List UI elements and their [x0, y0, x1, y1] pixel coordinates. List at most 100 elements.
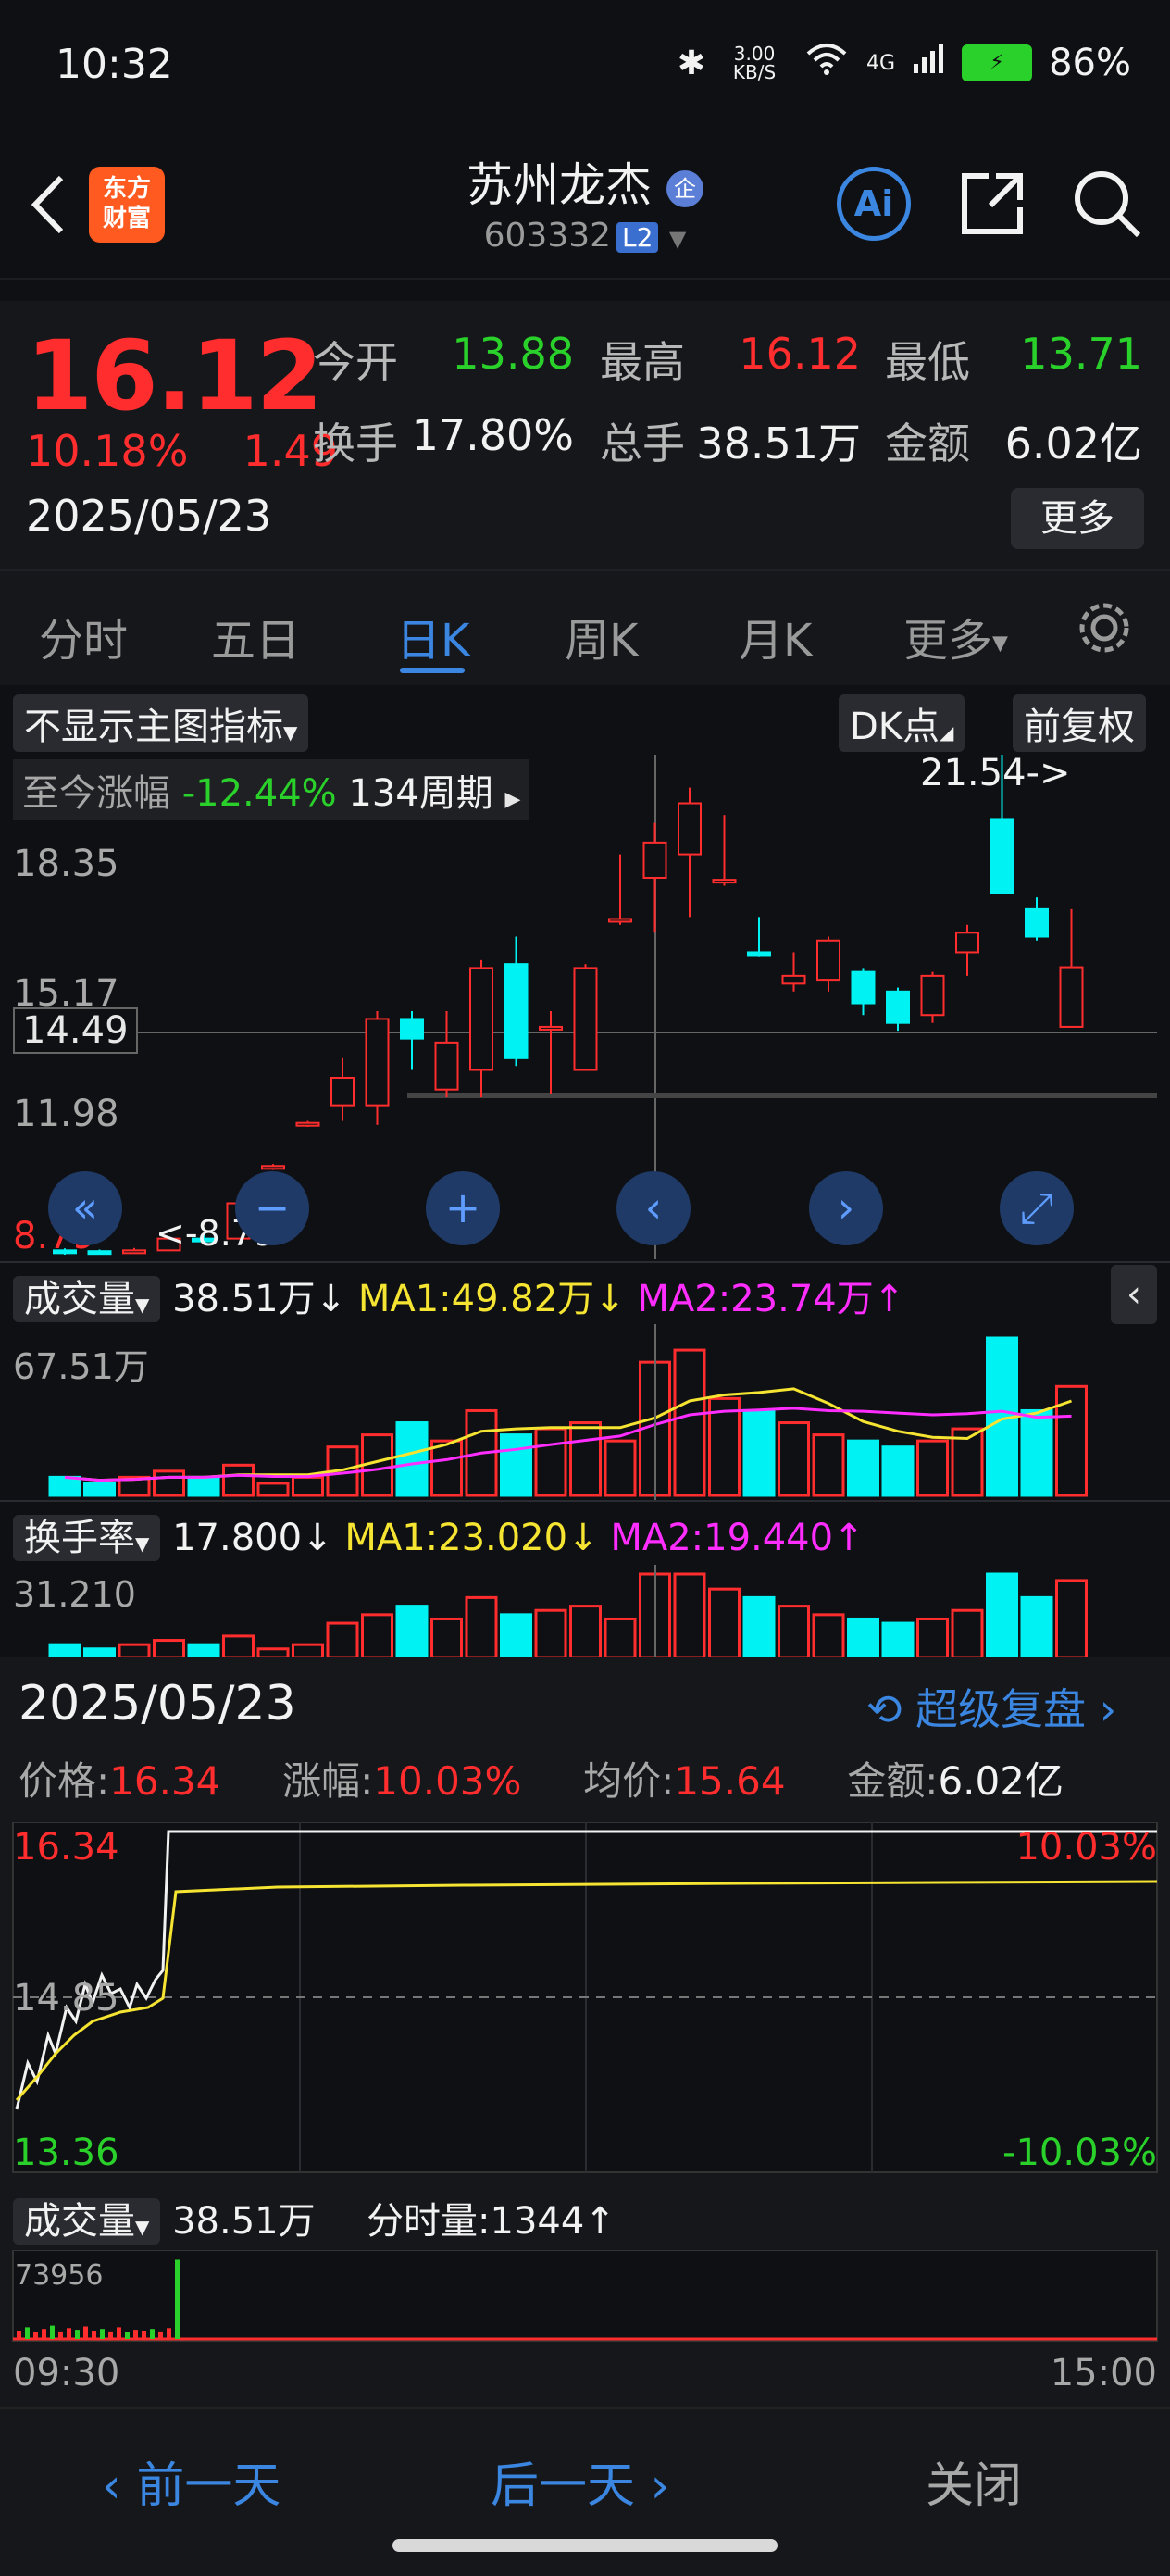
quote-date: 2025/05/23 — [26, 491, 272, 541]
amt-value: 6.02亿 — [938, 1758, 1064, 1804]
volume-value: 38.51万↓ — [172, 1278, 347, 1320]
caret-down-icon: ▼ — [135, 1532, 150, 1555]
replay-link[interactable]: ⟲ 超级复盘 › — [866, 1676, 1116, 1737]
intraday-volume-bar — [75, 2330, 80, 2339]
period-tabs: 分时 五日 日K 周K 月K 更多▼ — [0, 569, 1170, 687]
scroll-left-far-icon[interactable]: « — [48, 1171, 122, 1245]
turnover-bar — [569, 1605, 602, 1657]
search-icon[interactable] — [1070, 167, 1144, 244]
turnover-bar — [534, 1608, 567, 1657]
tab-daily-k[interactable]: 日K — [396, 604, 469, 669]
divider — [0, 1261, 1170, 1263]
status-time: 10:32 — [56, 41, 173, 88]
tick-volume: 分时量:1344↑ — [367, 2200, 616, 2243]
turnover-bar — [986, 1572, 1018, 1657]
intraday-volume-value: 38.51万 — [172, 2200, 316, 2243]
scroll-right-icon[interactable]: › — [809, 1171, 883, 1245]
prev-day-button[interactable]: ‹ 前一天 — [102, 2446, 280, 2516]
tab-monthly-k[interactable]: 月K — [739, 604, 812, 669]
volume-bar — [812, 1433, 845, 1497]
volume-bar — [292, 1475, 324, 1497]
turnover-chart[interactable] — [0, 1565, 1170, 1657]
amount-label: 金额 — [885, 419, 970, 469]
candle-body — [53, 1249, 77, 1255]
intraday-line-chart[interactable] — [0, 1822, 1170, 2174]
volume-bar — [256, 1482, 290, 1497]
volume-select[interactable]: 成交量▼ — [13, 1276, 161, 1322]
tab-weekly-k[interactable]: 周K — [565, 604, 638, 669]
candle-body — [781, 974, 806, 985]
tab-five-day[interactable]: 五日 — [211, 604, 300, 669]
chevron-down-icon: ▼ — [668, 226, 687, 252]
candle-body — [469, 967, 493, 1071]
stock-code: 603332 — [483, 217, 612, 255]
collapse-panel-icon[interactable]: ‹ — [1111, 1265, 1157, 1324]
scroll-left-icon[interactable]: ‹ — [616, 1171, 691, 1245]
candle-body — [608, 918, 632, 923]
change-row: 10.18% 1.49 — [26, 426, 338, 476]
intraday-volume-bar — [83, 2326, 88, 2339]
candle-body — [330, 1076, 355, 1107]
candle-body — [365, 1018, 390, 1107]
candle-body — [1059, 966, 1084, 1028]
ai-label: Ai — [853, 183, 894, 224]
low-label: 最低 — [885, 337, 970, 387]
cursor-price: 14.49 — [13, 1007, 138, 1054]
tab-more[interactable]: 更多▼ — [903, 604, 1008, 669]
share-icon[interactable] — [957, 169, 1027, 243]
candle-body — [886, 990, 910, 1024]
fullscreen-icon[interactable]: ⤢ — [1000, 1171, 1074, 1245]
candle-body — [573, 967, 598, 1071]
volume-select-label: 成交量 — [24, 1278, 135, 1320]
history-icon: ⟲ — [866, 1684, 902, 1734]
intraday-top-left: 16.34 — [13, 1826, 119, 1869]
caret-down-icon: ▼ — [135, 1294, 150, 1316]
next-day-button[interactable]: 后一天 › — [491, 2446, 669, 2516]
intraday-volume-select[interactable]: 成交量▼ — [13, 2198, 161, 2245]
active-tab-indicator — [400, 668, 465, 673]
ai-button[interactable]: Ai — [837, 167, 911, 241]
intraday-volume-label: 成交量 — [24, 2200, 135, 2243]
intraday-volume-bar — [158, 2331, 163, 2339]
turnover-bar — [326, 1621, 359, 1657]
volume-bar — [534, 1427, 567, 1497]
volume-bar — [916, 1439, 949, 1497]
intraday-volume-bar — [25, 2327, 30, 2339]
tab-intraday[interactable]: 分时 — [39, 604, 128, 669]
turnover-bar — [222, 1634, 255, 1657]
signal-icon — [912, 42, 945, 84]
turnover-bar — [673, 1572, 706, 1657]
amt-label: 金额: — [847, 1758, 939, 1804]
intraday-volume-top: 73956 — [15, 2259, 104, 2292]
time-end: 15:00 — [1050, 2352, 1157, 2395]
zoom-out-icon[interactable]: − — [235, 1171, 309, 1245]
wifi-icon — [803, 41, 850, 85]
price-label: 价格: — [19, 1758, 110, 1804]
home-indicator — [392, 2539, 778, 2552]
zoom-in-icon[interactable]: + — [426, 1171, 500, 1245]
l2-badge: L2 — [616, 222, 659, 253]
turnover-select-label: 换手率 — [24, 1517, 135, 1559]
close-button[interactable]: 关闭 — [926, 2446, 1022, 2516]
settings-icon[interactable] — [1074, 597, 1135, 662]
intraday-volume-bar — [117, 2327, 121, 2339]
enterprise-badge: 企 — [666, 169, 703, 207]
caret-down-icon: ▼ — [992, 631, 1008, 656]
candle-body — [261, 1165, 285, 1170]
intraday-volume-chart[interactable] — [0, 2250, 1170, 2343]
candle-body — [295, 1121, 320, 1127]
more-quote-button[interactable]: 更多 — [1011, 488, 1144, 549]
volume-bar — [1020, 1408, 1053, 1497]
turnover-select[interactable]: 换手率▼ — [13, 1515, 161, 1561]
bluetooth-icon: ✱ — [677, 44, 706, 82]
volume-label: 总手 — [600, 419, 685, 469]
avg-label: 均价: — [583, 1758, 675, 1804]
volume-bar — [222, 1463, 255, 1497]
chevron-left-icon: ‹ — [102, 2458, 121, 2514]
candle-body — [504, 963, 529, 1059]
intraday-volume-bar — [150, 2329, 155, 2339]
intraday-volume-bar — [175, 2259, 180, 2339]
caret-down-icon: ▼ — [135, 2216, 150, 2238]
turnover-bar — [361, 1613, 393, 1657]
volume-chart[interactable] — [0, 1324, 1170, 1500]
